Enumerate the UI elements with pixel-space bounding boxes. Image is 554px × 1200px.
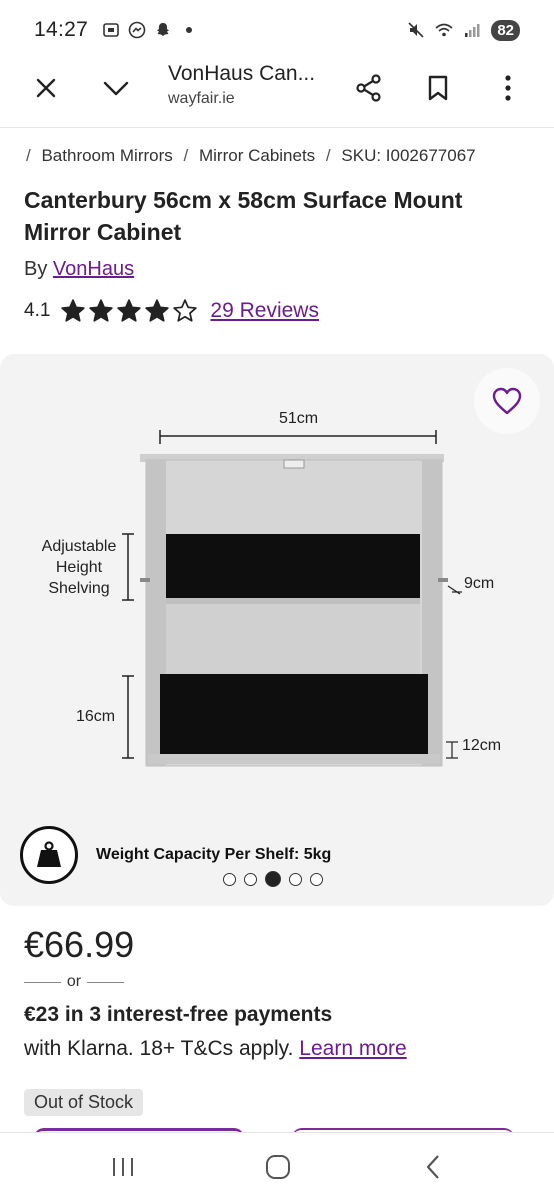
brand-line: By VonHaus xyxy=(24,258,135,280)
browser-toolbar: VonHaus Can... wayfair.ie xyxy=(0,60,554,128)
star-empty-icon xyxy=(173,299,198,322)
star-filled-icon xyxy=(145,299,170,322)
breadcrumb: / Bathroom Mirrors / Mirror Cabinets / S… xyxy=(26,146,476,165)
carousel-dot[interactable] xyxy=(244,872,257,886)
stock-badge: Out of Stock xyxy=(24,1089,144,1116)
close-button[interactable] xyxy=(24,66,68,110)
breadcrumb-mirror-cabinets[interactable]: Mirror Cabinets xyxy=(199,146,315,165)
signal-icon xyxy=(465,24,480,37)
page-title: VonHaus Can... xyxy=(168,62,316,85)
carousel-dot[interactable] xyxy=(289,872,302,886)
collapse-button[interactable] xyxy=(94,66,138,110)
caption-text: Weight Capacity Per Shelf: 5kg xyxy=(96,846,332,863)
dot-icon xyxy=(186,27,193,33)
wifi-icon xyxy=(435,23,453,37)
carousel-dot[interactable] xyxy=(310,872,323,886)
back-button[interactable] xyxy=(411,1147,455,1187)
carousel-dot[interactable] xyxy=(265,871,281,887)
rating-row: 4.1 29 Reviews xyxy=(24,298,319,324)
product-title: Canterbury 56cm x 58cm Surface Mount Mir… xyxy=(24,187,463,245)
back-icon xyxy=(426,1155,439,1179)
dimension-width-label: 51cm xyxy=(279,410,319,427)
brand-link[interactable]: VonHaus xyxy=(53,258,134,280)
bookmark-icon xyxy=(428,75,448,101)
share-button[interactable] xyxy=(347,66,391,110)
weight-icon xyxy=(37,841,61,867)
messenger-icon xyxy=(128,21,146,39)
dimension-9cm-label: 9cm xyxy=(464,575,495,592)
star-filled-icon xyxy=(89,299,114,322)
dimension-12cm-label: 12cm xyxy=(462,737,502,754)
star-rating xyxy=(60,298,198,324)
breadcrumb-sku: SKU: I002677067 xyxy=(341,146,476,165)
close-icon xyxy=(36,78,56,98)
price: €66.99 xyxy=(24,924,135,965)
snapchat-icon xyxy=(157,23,170,36)
klarna-terms: with Klarna. 18+ T&Cs apply. Learn more xyxy=(24,1037,407,1060)
page-url: wayfair.ie xyxy=(168,90,235,107)
share-icon xyxy=(356,74,381,102)
carousel-indicator xyxy=(223,871,323,887)
home-button[interactable] xyxy=(256,1147,300,1187)
recent-apps-button[interactable] xyxy=(101,1147,145,1187)
mute-icon xyxy=(408,22,424,38)
home-icon xyxy=(266,1155,290,1179)
breadcrumb-bathroom-mirrors[interactable]: Bathroom Mirrors xyxy=(41,146,172,165)
system-navigation-bar xyxy=(0,1132,554,1200)
dimension-16cm-label: 16cm xyxy=(76,708,116,725)
status-time: 14:27 xyxy=(34,18,89,41)
weight-icon-badge xyxy=(20,826,78,884)
chevron-down-icon xyxy=(103,81,129,96)
star-filled-icon xyxy=(117,299,142,322)
star-filled-icon xyxy=(61,299,86,322)
klarna-offer: €23 in 3 interest-free payments xyxy=(24,1003,333,1026)
page-info[interactable]: VonHaus Can... wayfair.ie xyxy=(168,62,328,108)
more-options-button[interactable] xyxy=(486,66,530,110)
bookmark-button[interactable] xyxy=(416,66,460,110)
more-vertical-icon xyxy=(505,75,511,101)
reviews-link[interactable]: 29 Reviews xyxy=(210,299,319,323)
battery-indicator: 82 xyxy=(491,19,520,41)
recent-apps-icon xyxy=(113,1158,133,1176)
learn-more-link[interactable]: Learn more xyxy=(299,1037,406,1060)
screenshot-icon xyxy=(103,23,119,37)
dimension-shelving-label: Adjustable Height Shelving xyxy=(41,538,117,597)
or-divider: or xyxy=(24,973,125,991)
carousel-dot[interactable] xyxy=(223,872,236,886)
rating-value: 4.1 xyxy=(24,300,51,321)
status-bar: 14:27 82 xyxy=(0,0,554,60)
